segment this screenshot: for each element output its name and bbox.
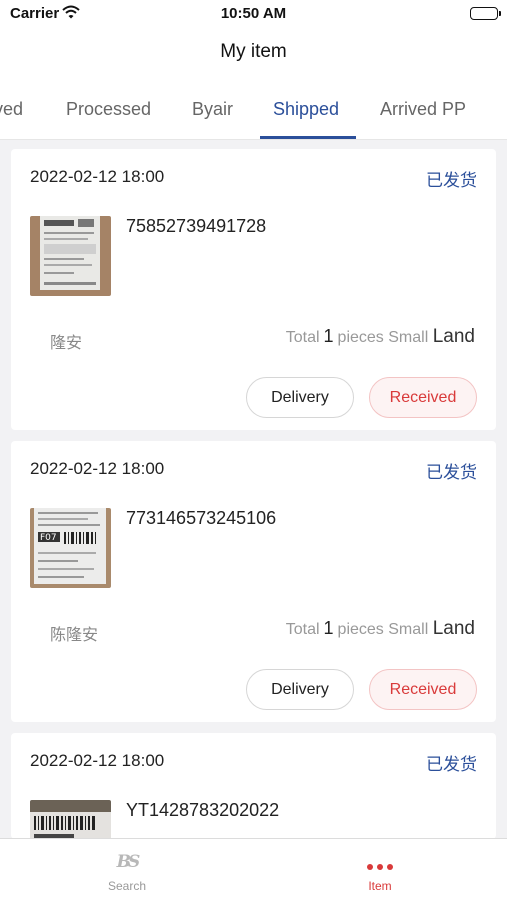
status-bar: Carrier 10:50 AM <box>0 0 507 28</box>
pieces-label: pieces <box>337 621 384 638</box>
total-label: Total <box>285 621 320 638</box>
bottom-tab-bar: BS Search Item <box>0 838 507 900</box>
svg-text:F07: F07 <box>40 533 57 543</box>
tab-arrived-pp[interactable]: Arrived PP <box>380 99 466 120</box>
tracking-number: 75852739491728 <box>126 216 267 236</box>
order-status: 已发货 <box>426 755 477 774</box>
package-photo[interactable] <box>30 216 111 296</box>
more-dots-icon <box>364 857 396 870</box>
total-label: Total <box>285 329 320 346</box>
piece-count: 1 <box>323 326 334 346</box>
order-date: 2022-02-12 18:00 <box>30 167 165 186</box>
tab-received[interactable]: ved <box>0 99 23 120</box>
tabbar-search[interactable]: BS Search <box>0 839 254 900</box>
tab-processed[interactable]: Processed <box>66 99 151 120</box>
order-card[interactable]: 2022-02-12 18:00 已发货 75852739491728 隆安 T… <box>11 149 496 430</box>
package-summary: Total 1 pieces Small Land <box>286 618 475 640</box>
size-label: Small <box>388 329 429 346</box>
package-summary: Total 1 pieces Small Land <box>286 326 475 348</box>
received-button[interactable]: Received <box>369 377 477 418</box>
piece-count: 1 <box>323 618 334 638</box>
tabbar-item-label: Item <box>368 879 392 893</box>
bs-logo-icon: BS <box>116 852 141 872</box>
package-photo[interactable] <box>30 800 111 839</box>
received-button[interactable]: Received <box>369 669 477 710</box>
battery-icon <box>470 7 501 20</box>
delivery-button[interactable]: Delivery <box>246 377 354 418</box>
status-tabs: ved Processed Byair Shipped Arrived PP <box>0 76 507 140</box>
package-photo[interactable]: F07 <box>30 508 111 588</box>
tab-shipped[interactable]: Shipped <box>273 99 339 120</box>
recipient-name: 陈隆安 <box>50 627 99 644</box>
order-card[interactable]: 2022-02-12 18:00 已发货 YT1428783202022 <box>11 733 496 839</box>
order-date: 2022-02-12 18:00 <box>30 459 165 478</box>
order-status: 已发货 <box>426 171 477 190</box>
order-card[interactable]: 2022-02-12 18:00 已发货 F07 773146573245106… <box>11 441 496 722</box>
nav-bar: My item <box>0 28 507 76</box>
order-status: 已发货 <box>426 463 477 482</box>
tab-byair[interactable]: Byair <box>192 99 233 120</box>
shipping-mode: Land <box>432 326 475 347</box>
active-tab-indicator <box>260 136 356 139</box>
tabbar-search-label: Search <box>107 879 147 893</box>
tabbar-item[interactable]: Item <box>253 839 507 900</box>
page-title: My item <box>220 41 287 62</box>
pieces-label: pieces <box>337 329 384 346</box>
order-date: 2022-02-12 18:00 <box>30 751 165 770</box>
shipping-mode: Land <box>432 618 475 639</box>
tracking-number: YT1428783202022 <box>126 800 280 820</box>
recipient-name: 隆安 <box>50 335 83 352</box>
clock-time: 10:50 AM <box>220 5 287 22</box>
tracking-number: 773146573245106 <box>126 508 277 528</box>
delivery-button[interactable]: Delivery <box>246 669 354 710</box>
size-label: Small <box>388 621 429 638</box>
